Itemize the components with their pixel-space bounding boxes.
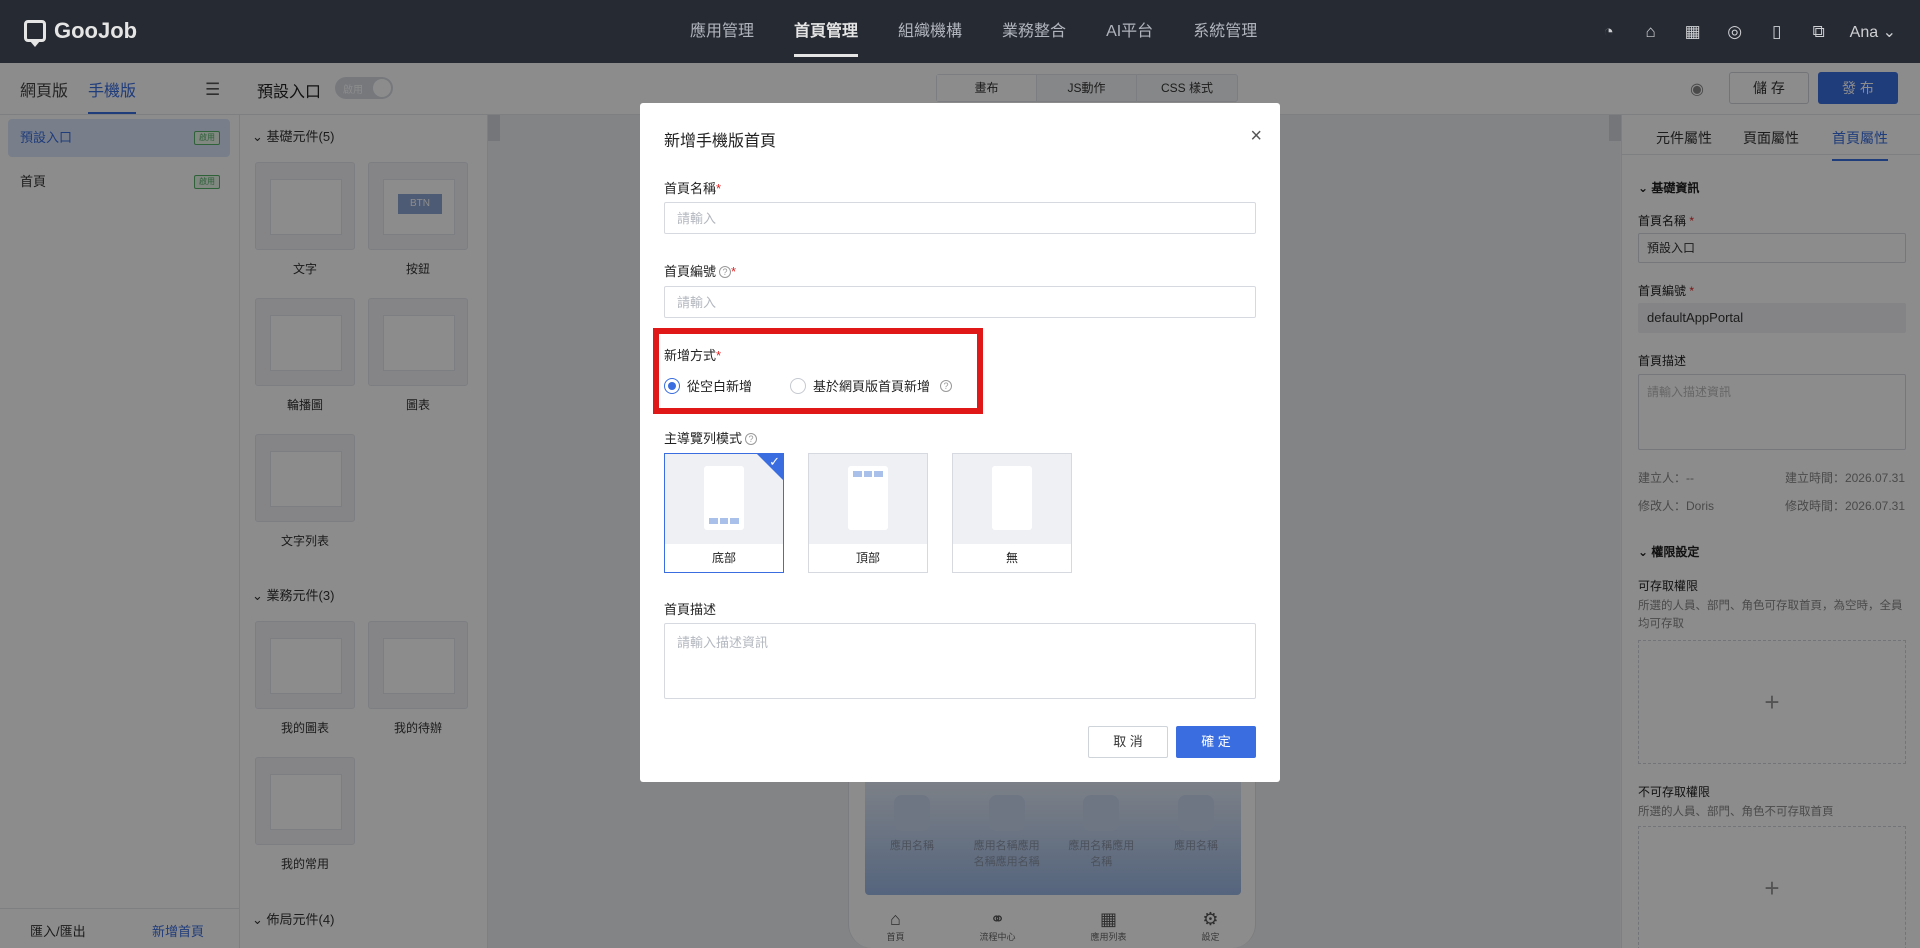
radio-based-on-web[interactable]: 基於網頁版首頁新增? — [790, 376, 953, 395]
dialog-title: 新增手機版首頁 — [664, 133, 777, 150]
help-icon[interactable]: ? — [719, 266, 732, 278]
home-desc-label: 首頁描述 — [664, 602, 717, 617]
phone-outline — [992, 466, 1032, 530]
confirm-button[interactable]: 確 定 — [1176, 726, 1256, 758]
add-method-label: 新增方式* — [664, 345, 721, 364]
radio-label: 從空白新增 — [687, 379, 753, 394]
nav-option-label: 頂部 — [855, 551, 880, 565]
radio-selected-icon — [664, 377, 680, 394]
highlight-box — [653, 328, 983, 414]
checkmark-icon: ✓ — [769, 454, 780, 469]
nav-option-label: 無 — [1005, 551, 1018, 565]
home-name-input[interactable] — [664, 202, 1256, 234]
home-code-label: 首頁編號? * — [664, 261, 736, 280]
label-text: 新增方式 — [664, 348, 717, 363]
radio-blank[interactable]: 從空白新增 — [664, 376, 752, 395]
nav-preview — [953, 454, 1071, 544]
required-mark: * — [731, 264, 737, 279]
label-text: 主導覽列模式 — [664, 431, 743, 446]
nav-option-top[interactable]: 頂部 — [808, 453, 928, 573]
required-mark: * — [716, 348, 722, 363]
cancel-button[interactable]: 取 消 — [1088, 726, 1168, 758]
help-icon[interactable]: ? — [940, 379, 953, 392]
nav-bar-top — [853, 471, 884, 477]
radio-unselected-icon — [790, 377, 806, 394]
label-text: 首頁名稱 — [664, 181, 717, 196]
nav-option-label: 底部 — [711, 551, 736, 565]
nav-option-bottom[interactable]: ✓ 底部 — [664, 453, 784, 573]
help-icon[interactable]: ? — [745, 433, 758, 445]
radio-label: 基於網頁版首頁新增 — [813, 379, 931, 394]
home-name-label: 首頁名稱* — [664, 178, 721, 197]
add-mobile-home-dialog: 新增手機版首頁 × 首頁名稱* 首頁編號?* 新增方式* 從空白新增 基於網頁版… — [640, 103, 1280, 782]
required-mark: * — [716, 181, 722, 196]
nav-mode-label: 主導覽列模式? — [664, 428, 758, 447]
home-desc-input[interactable] — [664, 623, 1256, 699]
phone-outline — [704, 466, 744, 530]
nav-bar-bottom — [709, 518, 740, 524]
nav-option-none[interactable]: 無 — [952, 453, 1072, 573]
phone-outline — [848, 466, 888, 530]
label-text: 首頁編號 — [664, 264, 717, 279]
close-icon[interactable]: × — [1250, 125, 1262, 148]
nav-preview — [809, 454, 927, 544]
home-code-input[interactable] — [664, 286, 1256, 318]
header-dim-overlay — [0, 0, 1920, 63]
